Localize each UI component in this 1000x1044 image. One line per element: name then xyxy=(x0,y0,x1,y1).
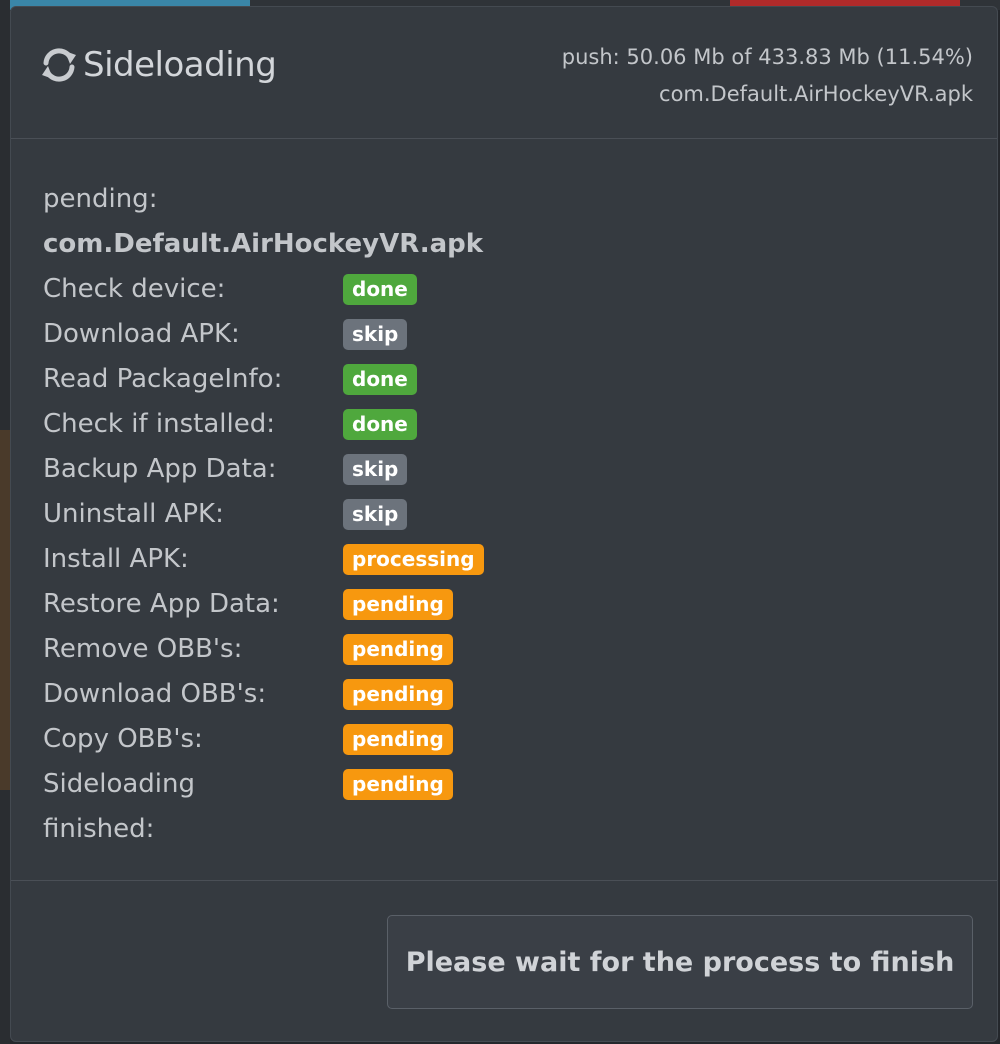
wait-button[interactable]: Please wait for the process to finish xyxy=(387,915,973,1009)
step-label: Install APK: xyxy=(43,544,189,574)
step-row: Download APK: skip xyxy=(43,312,963,357)
step-label: Check device: xyxy=(43,274,226,304)
status-badge: skip xyxy=(343,454,408,485)
steps-list: Check device: done Download APK: skip Read P… xyxy=(43,267,963,852)
step-label: Download OBB's: xyxy=(43,679,267,709)
step-label: Restore App Data: xyxy=(43,589,280,619)
step-row: Sideloading finished: pending xyxy=(43,762,963,852)
step-label: Remove OBB's: xyxy=(43,634,243,664)
step-label: Download APK: xyxy=(43,319,240,349)
status-badge: done xyxy=(343,364,417,395)
status-badge: pending xyxy=(343,679,453,710)
sideloading-modal: Sideloading push: 50.06 Mb of 433.83 Mb … xyxy=(10,6,998,1042)
step-row: Check if installed: done xyxy=(43,402,963,447)
step-label: Read PackageInfo: xyxy=(43,364,283,394)
step-row: Uninstall APK: skip xyxy=(43,492,963,537)
status-badge: pending xyxy=(343,589,453,620)
step-row: Backup App Data: skip xyxy=(43,447,963,492)
step-label: Uninstall APK: xyxy=(43,499,224,529)
status-badge: pending xyxy=(343,634,453,665)
step-row: Read PackageInfo: done xyxy=(43,357,963,402)
sync-icon xyxy=(37,43,81,87)
status-badge: done xyxy=(343,409,417,440)
step-label: Sideloading finished: xyxy=(43,769,196,844)
step-row: Check device: done xyxy=(43,267,963,312)
step-row: Download OBB's: pending xyxy=(43,672,963,717)
status-badge: pending xyxy=(343,724,453,755)
modal-header: Sideloading push: 50.06 Mb of 433.83 Mb … xyxy=(11,7,997,139)
status-badge: done xyxy=(343,274,417,305)
status-badge: skip xyxy=(343,499,408,530)
modal-footer: Please wait for the process to finish xyxy=(11,880,997,1041)
status-badge: pending xyxy=(343,769,453,800)
push-status: push: 50.06 Mb of 433.83 Mb (11.54%) xyxy=(561,45,973,69)
pending-file: com.Default.AirHockeyVR.apk xyxy=(43,229,484,259)
background-thumbnail xyxy=(0,430,10,790)
status-badge: skip xyxy=(343,319,408,350)
status-badge: processing xyxy=(343,544,484,575)
push-file: com.Default.AirHockeyVR.apk xyxy=(659,82,973,106)
modal-title-wrap: Sideloading xyxy=(37,43,277,87)
modal-body: pending: com.Default.AirHockeyVR.apk Che… xyxy=(43,177,963,852)
step-row: Copy OBB's: pending xyxy=(43,717,963,762)
step-label: Backup App Data: xyxy=(43,454,277,484)
step-row: Restore App Data: pending xyxy=(43,582,963,627)
push-info: push: 50.06 Mb of 433.83 Mb (11.54%) com… xyxy=(562,39,973,113)
modal-title: Sideloading xyxy=(83,45,277,85)
step-label: Copy OBB's: xyxy=(43,724,203,754)
pending-label: pending: xyxy=(43,184,158,214)
step-label: Check if installed: xyxy=(43,409,275,439)
step-row: Install APK: processing xyxy=(43,537,963,582)
step-row: Remove OBB's: pending xyxy=(43,627,963,672)
